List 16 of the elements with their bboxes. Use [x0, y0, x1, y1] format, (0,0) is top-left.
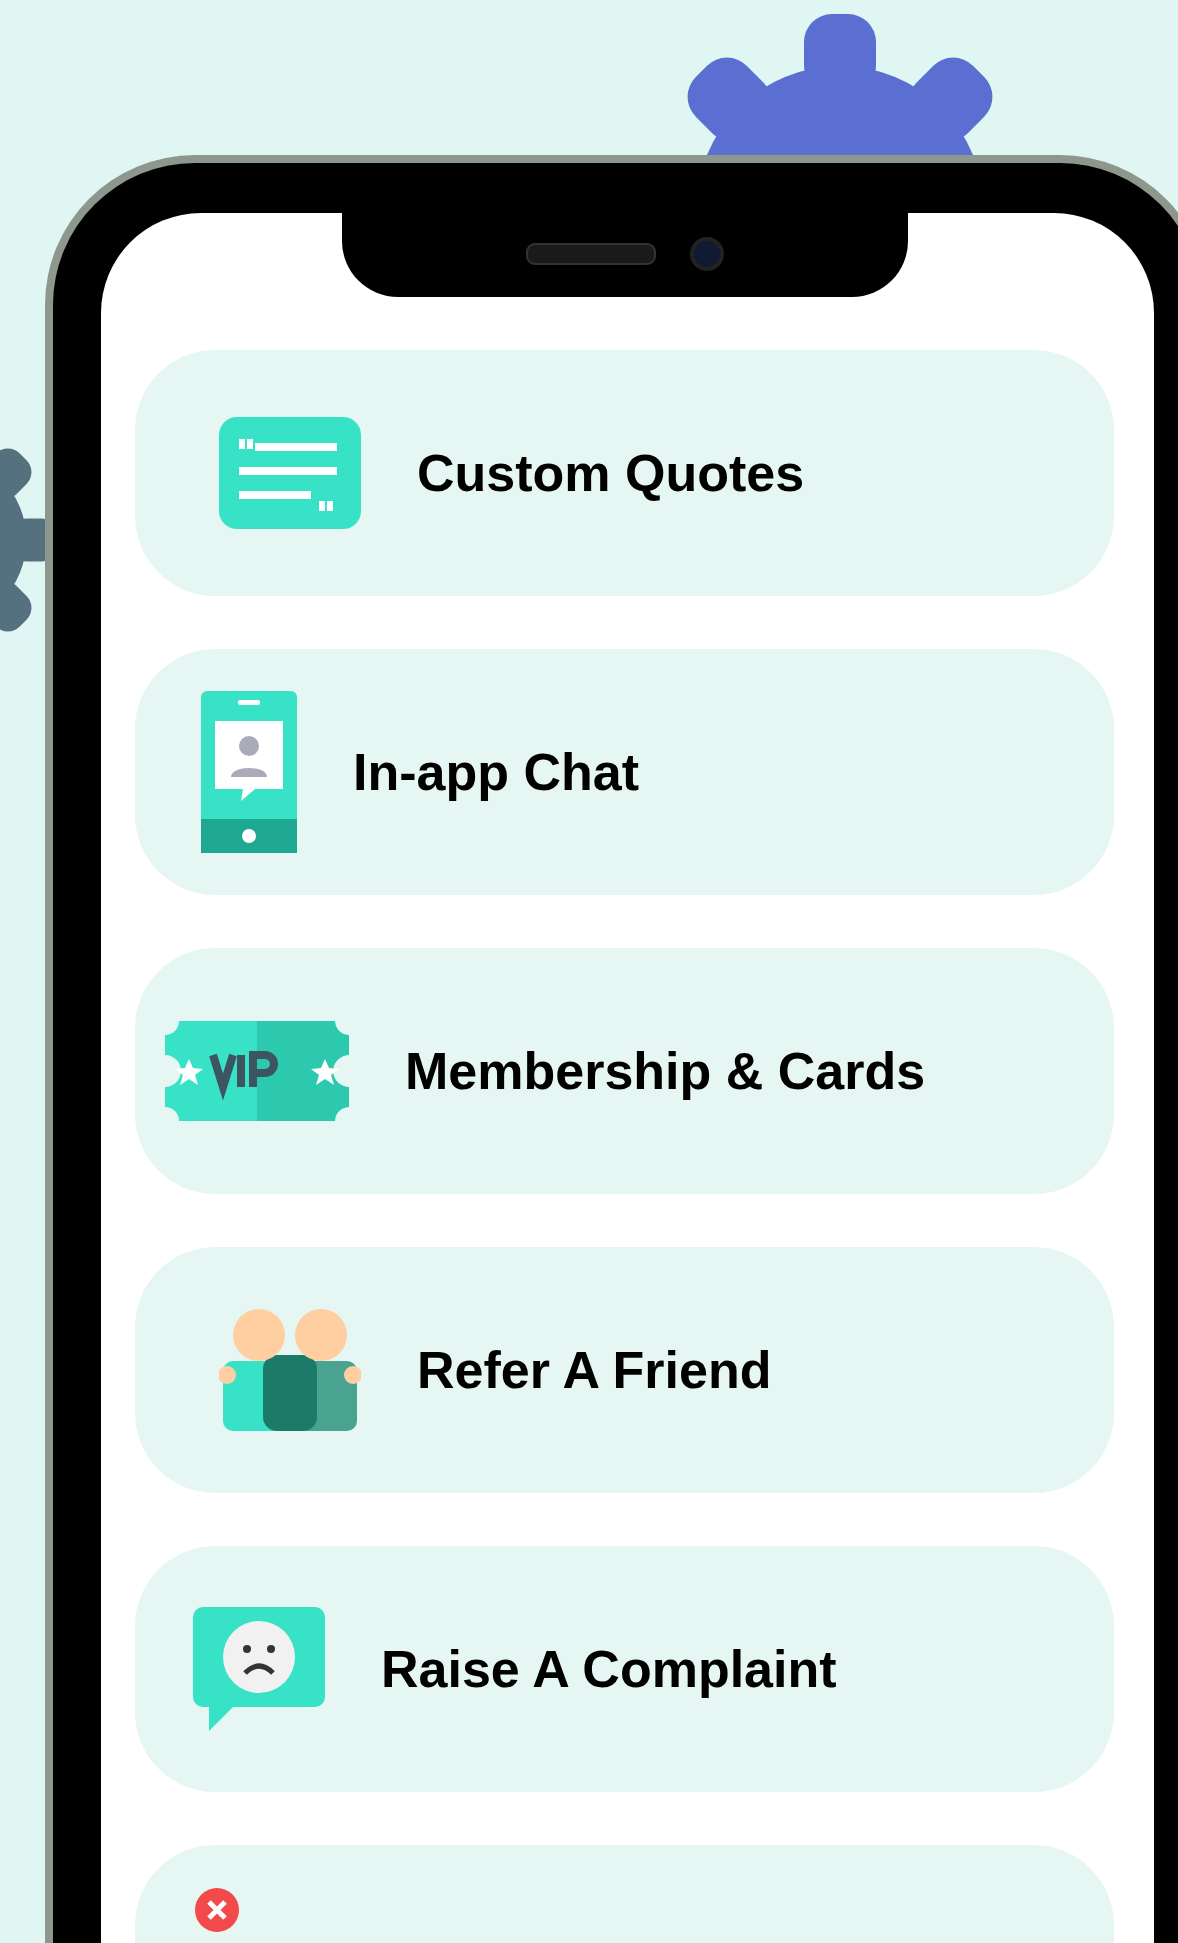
phone-chat-icon [201, 691, 297, 853]
menu-item[interactable]: Membership & Cards [135, 948, 1114, 1194]
two-people-icon [219, 1309, 361, 1431]
menu-item-label: Custom Quotes [417, 443, 805, 503]
close-icon [195, 1888, 239, 1932]
menu-item[interactable]: Raise A Complaint [135, 1546, 1114, 1792]
vip-ticket-icon [165, 1021, 349, 1121]
menu-item[interactable]: Refer A Friend [135, 1247, 1114, 1493]
sad-message-icon [193, 1607, 325, 1731]
menu-item[interactable]: In-app Chat [135, 649, 1114, 895]
menu-item-label: Raise A Complaint [381, 1639, 837, 1699]
quote-icon [219, 417, 361, 529]
menu-item-label: In-app Chat [353, 742, 639, 802]
menu-item-label: Refer A Friend [417, 1340, 772, 1400]
menu-item[interactable]: Custom Quotes [135, 350, 1114, 596]
menu-item-label: Membership & Cards [405, 1041, 926, 1101]
